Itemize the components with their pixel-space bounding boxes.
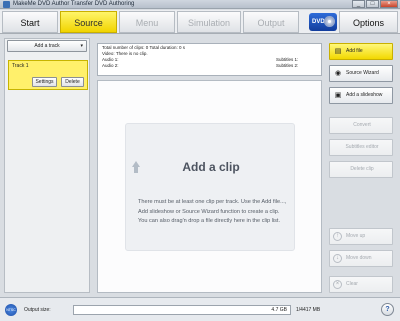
output-size-label: Output size: xyxy=(24,307,51,313)
arrow-down-icon: ↓ xyxy=(333,254,342,263)
add-track-dropdown[interactable]: Add a track ▾ xyxy=(7,40,87,52)
capacity-bar: 4.7 GB xyxy=(73,305,291,315)
tab-source[interactable]: Source xyxy=(60,11,117,33)
close-button[interactable]: × xyxy=(380,0,398,8)
subtitles-editor-button[interactable]: Subtitles editor xyxy=(329,139,393,156)
add-file-icon: ▤ xyxy=(334,48,342,55)
delete-clip-label: Delete clip xyxy=(350,166,374,172)
subtitles-editor-label: Subtitles editor xyxy=(345,144,379,150)
status-bar: NTSC Output size: 4.7 GB 1/4417 MB ? xyxy=(0,297,400,321)
move-up-button[interactable]: ↑ Move up xyxy=(329,228,393,245)
add-slideshow-button[interactable]: ▣ Add a slideshow xyxy=(329,87,393,104)
wizard-disc-icon: ◉ xyxy=(334,70,342,77)
disc-icon xyxy=(324,16,335,27)
hint-body: There must be at least one clip per trac… xyxy=(138,199,287,224)
source-wizard-label: Source Wizard xyxy=(346,70,379,76)
track-delete-button[interactable]: Delete xyxy=(61,77,84,87)
dvd-format-badge: DVD xyxy=(309,13,337,31)
add-file-label: Add file xyxy=(346,48,363,54)
tab-menu: Menu xyxy=(119,11,175,33)
arrow-up-icon: ↑ xyxy=(333,232,342,241)
move-down-button[interactable]: ↓ Move down xyxy=(329,250,393,267)
source-wizard-button[interactable]: ◉ Source Wizard xyxy=(329,65,393,82)
clip-list[interactable]: Add a clip There must be at least one cl… xyxy=(97,80,322,293)
move-down-label: Move down xyxy=(346,255,372,261)
convert-button[interactable]: Convert xyxy=(329,117,393,134)
capacity-text: 4.7 GB xyxy=(271,307,287,313)
delete-clip-button[interactable]: Delete clip xyxy=(329,161,393,178)
add-track-label: Add a track xyxy=(34,43,60,49)
remaining-size: 1/4417 MB xyxy=(296,307,321,313)
tab-simulation: Simulation xyxy=(177,11,241,33)
title-bar: MakeMe DVD Author Transfer DVD Authoring… xyxy=(0,0,400,9)
dvd-badge-label: DVD xyxy=(312,19,325,25)
clip-summary: Total number of clips: 0 Total duration:… xyxy=(97,43,322,76)
clear-icon: × xyxy=(333,280,342,289)
track-item[interactable]: Track 1 Settings Delete xyxy=(8,60,88,90)
app-icon xyxy=(3,1,10,8)
move-up-label: Move up xyxy=(346,233,366,239)
tab-start[interactable]: Start xyxy=(2,11,58,33)
step-toolbar: Start Source Menu Simulation Output DVD … xyxy=(0,10,400,34)
window-title: MakeMe DVD Author Transfer DVD Authoring xyxy=(13,1,135,7)
audio2-label: Audio 2: xyxy=(102,63,119,68)
clear-label: Clear xyxy=(346,281,358,287)
maximize-button[interactable]: □ xyxy=(366,0,379,8)
help-icon[interactable]: ? xyxy=(381,303,394,316)
tab-output: Output xyxy=(243,11,299,33)
minimize-button[interactable]: _ xyxy=(352,0,365,8)
track-settings-button[interactable]: Settings xyxy=(32,77,57,87)
track-title: Track 1 xyxy=(12,63,29,69)
ntsc-format-icon[interactable]: NTSC xyxy=(5,304,17,316)
add-slideshow-label: Add a slideshow xyxy=(346,92,383,98)
tab-options[interactable]: Options xyxy=(339,11,398,33)
hint-title: Add a clip xyxy=(182,160,240,174)
window-controls: _ □ × xyxy=(351,0,398,8)
chevron-down-icon: ▾ xyxy=(80,43,83,49)
clear-button[interactable]: × Clear xyxy=(329,276,393,293)
track-panel: Add a track ▾ Track 1 Settings Delete xyxy=(4,38,90,293)
subtitles2-label: Subtitles 2: xyxy=(276,63,299,68)
convert-label: Convert xyxy=(353,122,371,128)
slideshow-icon: ▣ xyxy=(334,92,342,99)
add-clip-hint: Add a clip There must be at least one cl… xyxy=(125,123,295,251)
add-file-button[interactable]: ▤ Add file xyxy=(329,43,393,60)
